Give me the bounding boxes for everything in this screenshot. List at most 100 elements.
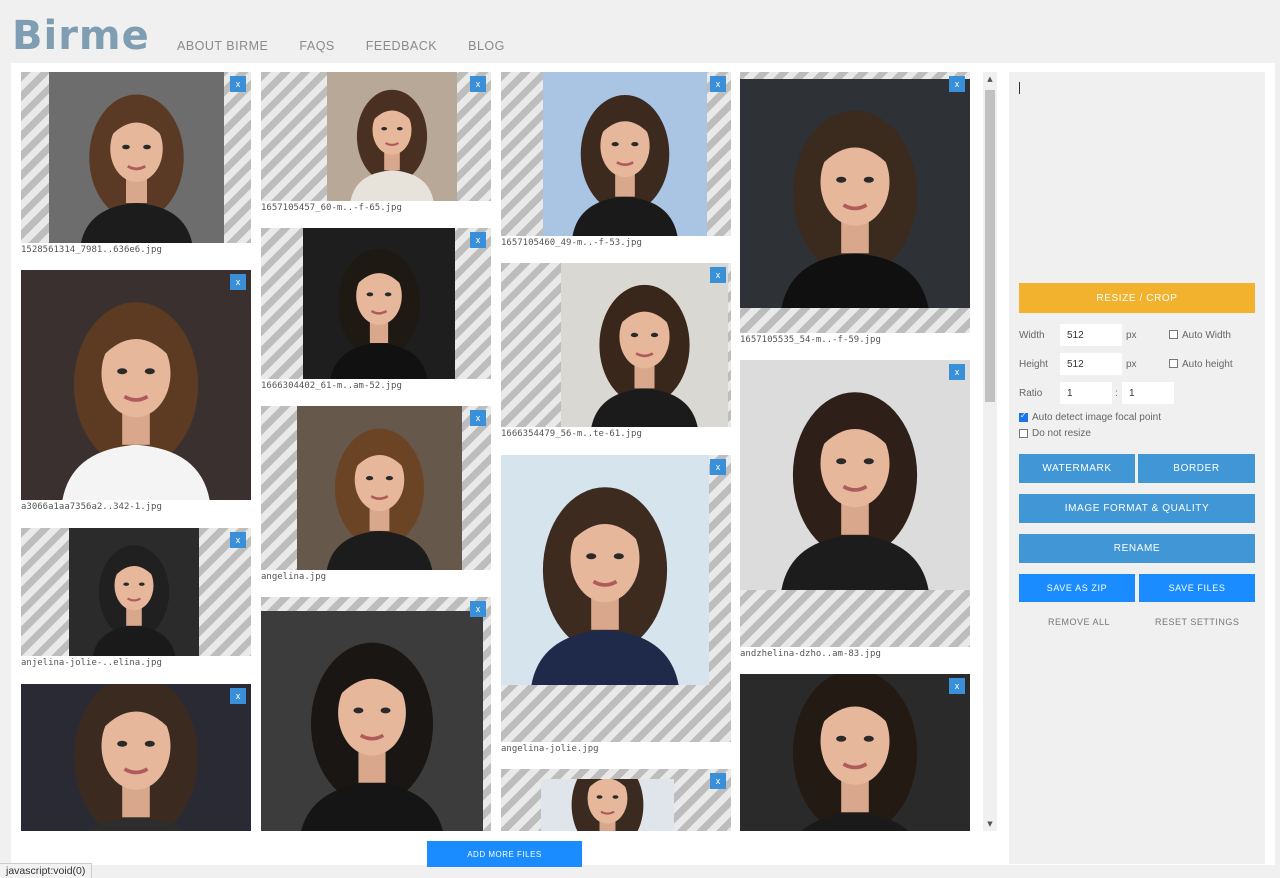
- image-thumbnail[interactable]: x: [501, 455, 731, 742]
- remove-image-button[interactable]: x: [470, 232, 486, 248]
- image-item[interactable]: x anjelina-jolie-..elina.jpg: [21, 528, 251, 668]
- image-thumbnail[interactable]: x: [501, 263, 731, 427]
- height-input[interactable]: [1060, 353, 1122, 375]
- image-item[interactable]: x: [21, 684, 251, 831]
- portrait-photo: [69, 528, 199, 656]
- resize-crop-button[interactable]: RESIZE / CROP: [1019, 283, 1255, 313]
- portrait-photo: [327, 72, 457, 201]
- image-item[interactable]: x 1528561314_7981..636e6.jpg: [21, 72, 251, 255]
- portrait-photo: [501, 455, 709, 685]
- remove-image-button[interactable]: x: [230, 688, 246, 704]
- text-cursor: [1019, 82, 1020, 94]
- gallery-scrollbar[interactable]: ▲ ▼: [983, 72, 997, 831]
- image-format-quality-button[interactable]: IMAGE FORMAT & QUALITY: [1019, 494, 1255, 523]
- image-item[interactable]: x andzhelina-dzho..am-83.jpg: [740, 360, 970, 659]
- remove-image-button[interactable]: x: [470, 76, 486, 92]
- image-filename: angelina.jpg: [261, 572, 327, 582]
- image-thumbnail[interactable]: x: [501, 769, 731, 831]
- image-thumbnail[interactable]: x: [21, 528, 251, 656]
- image-filename: anjelina-jolie-..elina.jpg: [21, 658, 162, 668]
- auto-height-label: Auto height: [1182, 359, 1233, 370]
- image-thumbnail[interactable]: x: [261, 597, 491, 831]
- portrait-photo: [21, 684, 251, 831]
- image-thumbnail[interactable]: x: [21, 270, 251, 500]
- border-button[interactable]: BORDER: [1138, 454, 1255, 483]
- image-item[interactable]: x a3066a1aa7356a2..342-1.jpg: [21, 270, 251, 512]
- image-thumbnail[interactable]: x: [261, 228, 491, 379]
- portrait-photo: [261, 611, 483, 831]
- ratio-height-input[interactable]: [1122, 382, 1174, 404]
- settings-panel: RESIZE / CROP Width px Auto Width Height…: [1009, 72, 1265, 864]
- auto-width-label: Auto Width: [1182, 330, 1231, 341]
- image-item[interactable]: x 1657105457_60-m..-f-65.jpg: [261, 72, 491, 213]
- remove-all-link[interactable]: REMOVE ALL: [1048, 617, 1110, 627]
- rename-button[interactable]: RENAME: [1019, 534, 1255, 563]
- image-thumbnail[interactable]: x: [261, 406, 491, 570]
- nav-faqs[interactable]: FAQS: [299, 39, 334, 53]
- height-unit: px: [1126, 359, 1137, 370]
- remove-image-button[interactable]: x: [470, 601, 486, 617]
- image-item[interactable]: x angelina-jolie.jpg: [501, 455, 731, 754]
- remove-image-button[interactable]: x: [710, 267, 726, 283]
- portrait-photo: [303, 228, 455, 379]
- remove-image-button[interactable]: x: [949, 678, 965, 694]
- no-resize-checkbox[interactable]: [1019, 429, 1028, 438]
- remove-image-button[interactable]: x: [230, 76, 246, 92]
- auto-focal-checkbox[interactable]: [1019, 411, 1028, 422]
- image-filename: 1657105460_49-m..-f-53.jpg: [501, 238, 642, 248]
- portrait-photo: [543, 72, 707, 236]
- scroll-up-arrow-icon[interactable]: ▲: [983, 72, 997, 86]
- image-item[interactable]: x 1666304402_61-m..am-52.jpg: [261, 228, 491, 391]
- image-filename: 1528561314_7981..636e6.jpg: [21, 245, 162, 255]
- nav-feedback[interactable]: FEEDBACK: [366, 39, 437, 53]
- portrait-photo: [21, 270, 251, 500]
- image-item[interactable]: x 1666354479_56-m..te-61.jpg: [501, 263, 731, 439]
- status-bar-url: javascript:void(0): [0, 863, 93, 878]
- auto-width-checkbox[interactable]: [1169, 330, 1178, 339]
- image-item[interactable]: x angelina.jpg: [261, 406, 491, 582]
- scroll-down-arrow-icon[interactable]: ▼: [983, 817, 997, 831]
- ratio-width-input[interactable]: [1060, 382, 1112, 404]
- remove-image-button[interactable]: x: [470, 410, 486, 426]
- watermark-button[interactable]: WATERMARK: [1019, 454, 1135, 483]
- remove-image-button[interactable]: x: [710, 773, 726, 789]
- image-item[interactable]: x: [261, 597, 491, 831]
- nav-blog[interactable]: BLOG: [468, 39, 505, 53]
- portrait-photo: [740, 79, 970, 308]
- portrait-photo: [740, 674, 970, 831]
- remove-image-button[interactable]: x: [949, 76, 965, 92]
- reset-settings-link[interactable]: RESET SETTINGS: [1155, 617, 1239, 627]
- image-thumbnail[interactable]: x: [21, 684, 251, 831]
- remove-image-button[interactable]: x: [230, 532, 246, 548]
- auto-height-checkbox[interactable]: [1169, 359, 1178, 368]
- birme-logo[interactable]: Birme: [12, 12, 150, 60]
- width-unit: px: [1126, 330, 1137, 341]
- remove-image-button[interactable]: x: [949, 364, 965, 380]
- image-item[interactable]: x 1657105460_49-m..-f-53.jpg: [501, 72, 731, 248]
- remove-image-button[interactable]: x: [230, 274, 246, 290]
- image-filename: a3066a1aa7356a2..342-1.jpg: [21, 502, 162, 512]
- image-filename: andzhelina-dzho..am-83.jpg: [740, 649, 881, 659]
- width-label: Width: [1019, 330, 1045, 341]
- add-more-files-button[interactable]: ADD MORE FILES: [427, 841, 582, 867]
- no-resize-label: Do not resize: [1032, 428, 1091, 439]
- image-thumbnail[interactable]: x: [740, 360, 970, 647]
- scrollbar-thumb[interactable]: [985, 90, 995, 402]
- image-thumbnail[interactable]: x: [21, 72, 251, 243]
- image-item[interactable]: x: [740, 674, 970, 831]
- save-files-button[interactable]: SAVE FILES: [1139, 574, 1255, 602]
- portrait-photo: [297, 406, 462, 570]
- nav-about[interactable]: ABOUT BIRME: [177, 39, 268, 53]
- image-thumbnail[interactable]: x: [501, 72, 731, 236]
- image-thumbnail[interactable]: x: [740, 72, 970, 333]
- image-item[interactable]: x: [501, 769, 731, 831]
- image-item[interactable]: x 1657105535_54-m..-f-59.jpg: [740, 72, 970, 345]
- save-as-zip-button[interactable]: SAVE AS ZIP: [1019, 574, 1135, 602]
- remove-image-button[interactable]: x: [710, 76, 726, 92]
- image-thumbnail[interactable]: x: [740, 674, 970, 831]
- image-filename: 1666304402_61-m..am-52.jpg: [261, 381, 402, 391]
- width-input[interactable]: [1060, 324, 1122, 346]
- remove-image-button[interactable]: x: [710, 459, 726, 475]
- image-thumbnail[interactable]: x: [261, 72, 491, 201]
- image-filename: 1666354479_56-m..te-61.jpg: [501, 429, 642, 439]
